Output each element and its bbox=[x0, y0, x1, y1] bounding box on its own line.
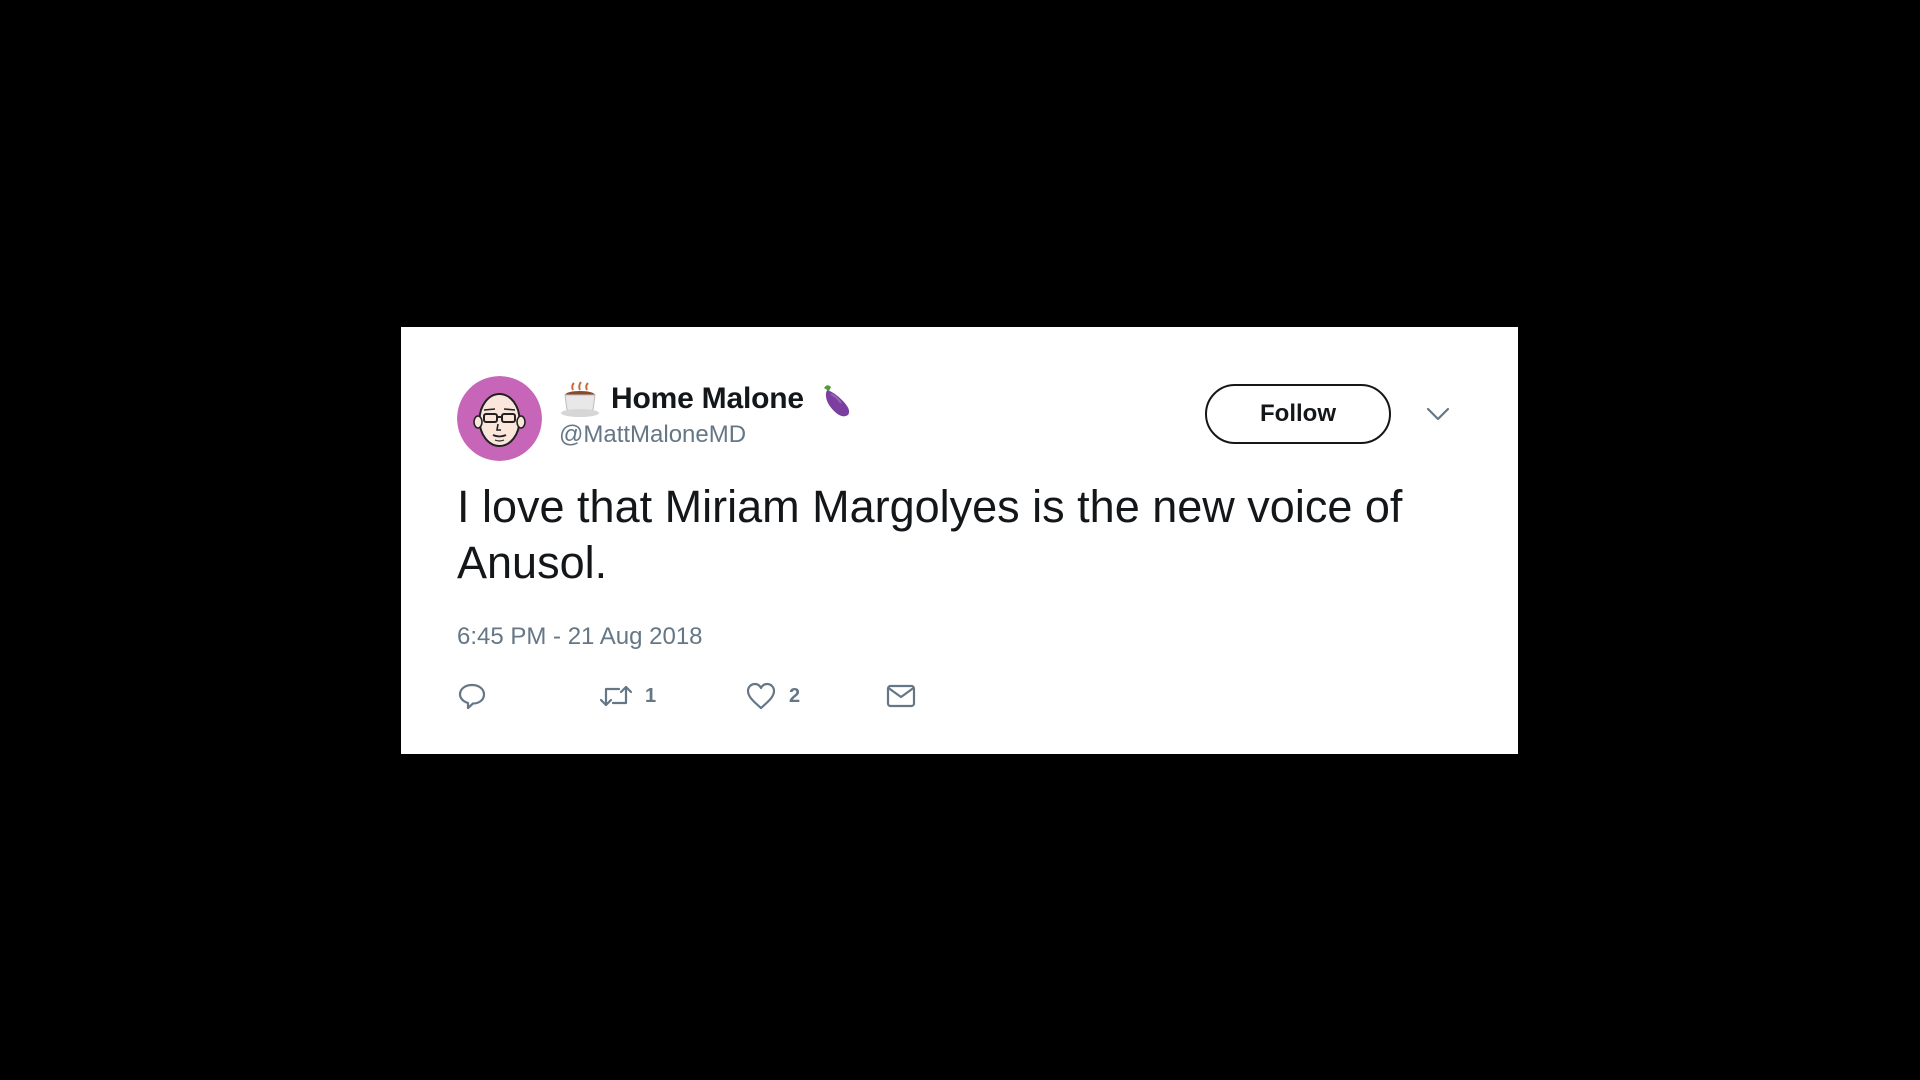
retweet-count: 1 bbox=[645, 684, 657, 707]
retweet-button[interactable]: 1 bbox=[599, 677, 656, 715]
hot-beverage-icon bbox=[559, 378, 601, 420]
like-count: 2 bbox=[789, 684, 801, 707]
reply-button[interactable] bbox=[457, 677, 487, 715]
tweet-card: Home Malone @MattMaloneMD Follow I love … bbox=[401, 327, 1518, 754]
heart-icon bbox=[746, 682, 776, 710]
user-handle[interactable]: @MattMaloneMD bbox=[559, 421, 746, 449]
name-row: Home Malone bbox=[559, 377, 856, 421]
eggplant-icon bbox=[814, 378, 856, 420]
chevron-down-icon[interactable] bbox=[1423, 399, 1453, 429]
tweet-text: I love that Miriam Margolyes is the new … bbox=[457, 481, 1403, 588]
tweet-timestamp[interactable]: 6:45 PM - 21 Aug 2018 bbox=[457, 623, 703, 651]
direct-message-button[interactable] bbox=[885, 677, 917, 715]
display-name[interactable]: Home Malone bbox=[611, 382, 804, 416]
retweet-icon bbox=[599, 685, 633, 707]
like-button[interactable]: 2 bbox=[745, 677, 800, 715]
envelope-icon bbox=[886, 684, 916, 708]
avatar-image bbox=[457, 376, 542, 461]
avatar[interactable] bbox=[457, 376, 542, 461]
follow-button[interactable]: Follow bbox=[1205, 384, 1391, 444]
reply-icon bbox=[458, 683, 486, 710]
